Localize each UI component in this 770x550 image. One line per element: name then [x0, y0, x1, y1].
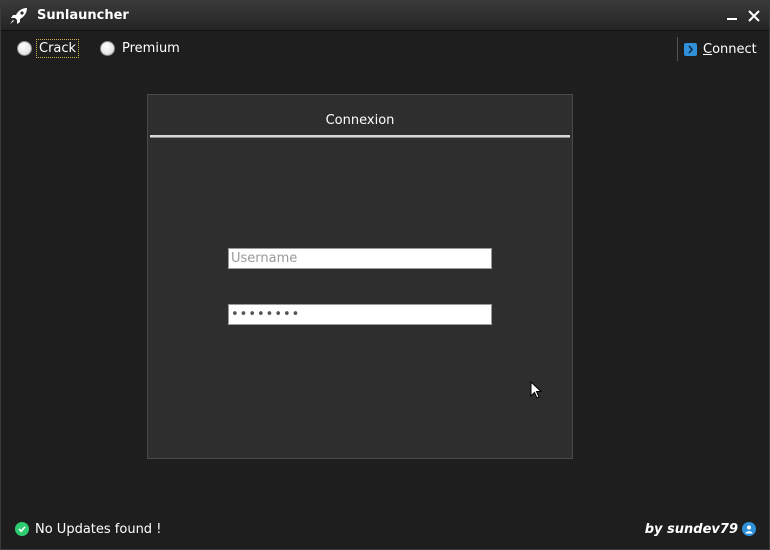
mouse-cursor-icon [530, 381, 542, 399]
crack-label[interactable]: Crack [35, 38, 80, 58]
status-text: No Updates found ! [35, 521, 162, 537]
launcher-window: Sunlauncher Crack Premium Connect Connex… [0, 0, 770, 550]
crack-radio[interactable] [17, 40, 32, 56]
window-title: Sunlauncher [37, 8, 129, 23]
connect-button[interactable]: Connect [677, 37, 757, 61]
chevron-right-icon [684, 42, 697, 56]
author-text: by sundev79 [644, 521, 738, 537]
mode-option-premium[interactable]: Premium [100, 37, 182, 59]
username-input[interactable] [228, 248, 492, 269]
check-circle-icon [15, 522, 29, 536]
premium-label[interactable]: Premium [120, 40, 182, 57]
connect-label: Connect [703, 41, 757, 57]
rocket-icon [10, 8, 27, 24]
premium-radio[interactable] [100, 40, 115, 56]
mode-option-crack[interactable]: Crack [17, 37, 80, 59]
title-divider [150, 135, 570, 138]
password-input[interactable] [228, 304, 492, 325]
user-icon[interactable] [742, 522, 756, 536]
update-status: No Updates found ! [15, 520, 161, 538]
login-panel: Connexion [147, 94, 573, 459]
login-title: Connexion [325, 113, 395, 128]
title-bar[interactable]: Sunlauncher [1, 1, 769, 31]
minimize-icon[interactable] [725, 9, 739, 23]
close-icon[interactable] [747, 9, 761, 23]
author-credit: by sundev79 [645, 520, 756, 538]
